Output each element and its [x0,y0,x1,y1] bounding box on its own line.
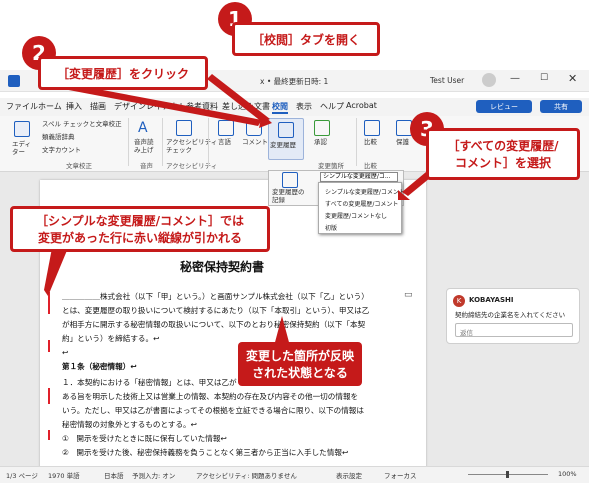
callout-track-changes: ［変更履歴］をクリック [38,56,208,90]
arrow-4 [44,248,68,296]
callout-simple-markup-note: ［シンプルな変更履歴/コメント］では 変更があった行に赤い縦線が引かれる [10,206,270,252]
callout-all-markup: ［すべての変更履歴/コメント］を選択 [426,128,580,180]
callout-review-tab: ［校閲］タブを開く [232,22,380,56]
callout-reflected-note: 変更した箇所が反映 された状態となる [238,342,362,386]
